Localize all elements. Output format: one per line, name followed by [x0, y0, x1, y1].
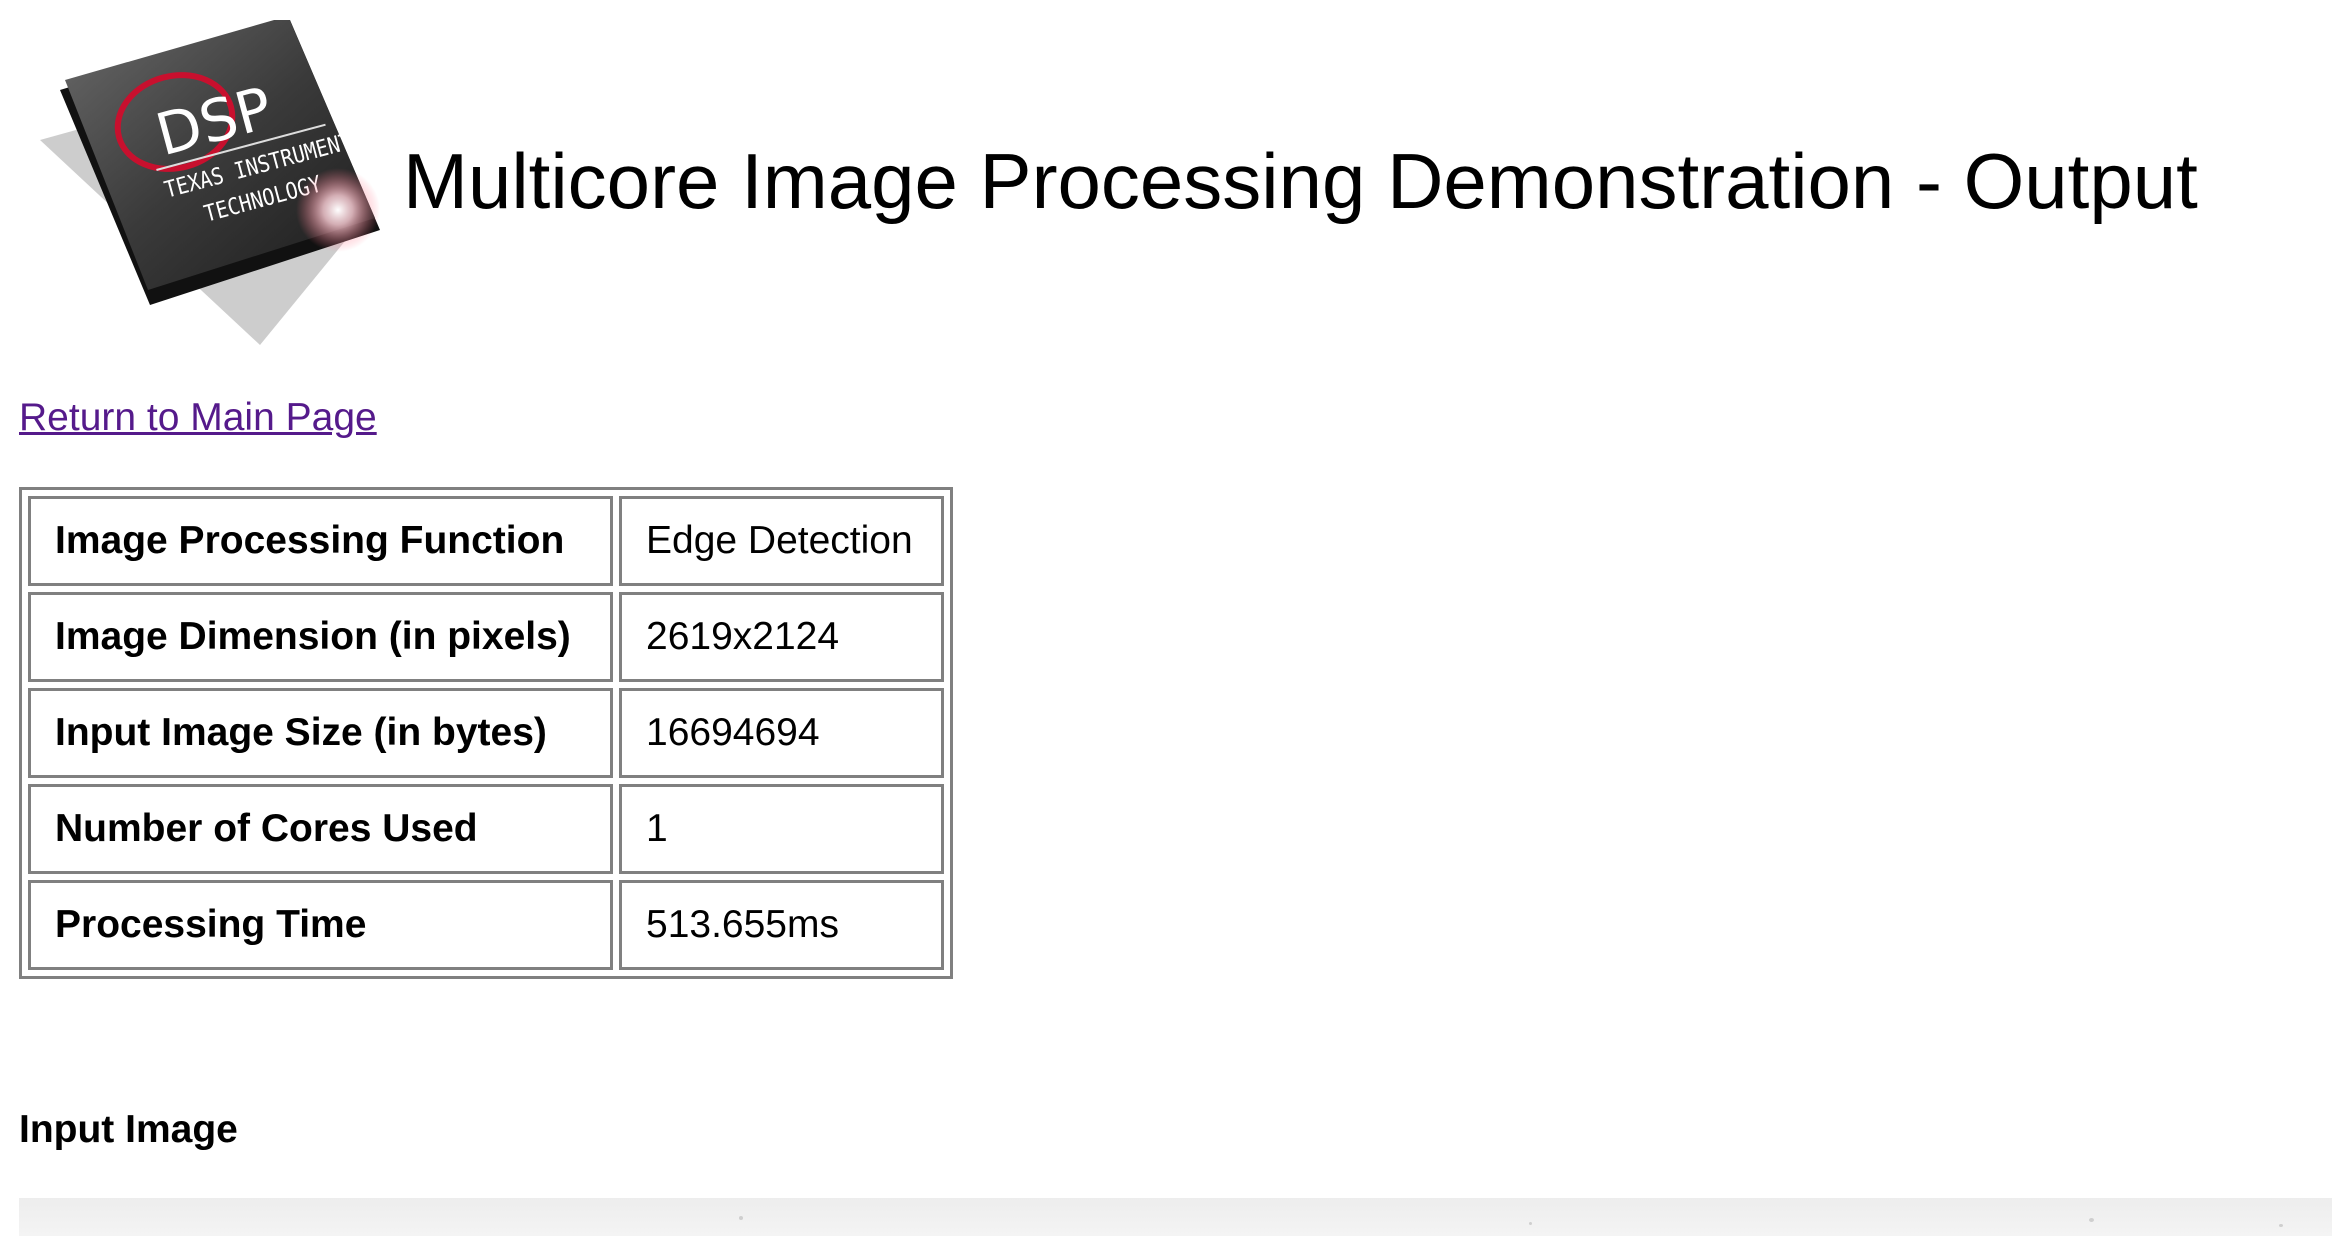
- page-header: DSP TEXAS INSTRUMENTS TECHNOLOGY Multico…: [0, 0, 2332, 360]
- function-label: Image Processing Function: [28, 496, 613, 586]
- return-to-main-page-link[interactable]: Return to Main Page: [19, 394, 377, 442]
- results-table: Image Processing Function Edge Detection…: [19, 487, 953, 979]
- function-value: Edge Detection: [619, 496, 944, 586]
- input-image: [19, 1198, 2332, 1236]
- table-row: Input Image Size (in bytes) 16694694: [28, 688, 944, 778]
- processing-time-label: Processing Time: [28, 880, 613, 970]
- dimension-label: Image Dimension (in pixels): [28, 592, 613, 682]
- table-row: Image Dimension (in pixels) 2619x2124: [28, 592, 944, 682]
- cores-used-value: 1: [619, 784, 944, 874]
- dimension-value: 2619x2124: [619, 592, 944, 682]
- input-image-heading: Input Image: [19, 1108, 238, 1151]
- cores-used-label: Number of Cores Used: [28, 784, 613, 874]
- table-row: Image Processing Function Edge Detection: [28, 496, 944, 586]
- table-row: Processing Time 513.655ms: [28, 880, 944, 970]
- processing-time-value: 513.655ms: [619, 880, 944, 970]
- input-size-label: Input Image Size (in bytes): [28, 688, 613, 778]
- input-size-value: 16694694: [619, 688, 944, 778]
- dsp-chip-logo-icon: DSP TEXAS INSTRUMENTS TECHNOLOGY: [40, 20, 380, 345]
- page-title: Multicore Image Processing Demonstration…: [403, 137, 2198, 225]
- table-row: Number of Cores Used 1: [28, 784, 944, 874]
